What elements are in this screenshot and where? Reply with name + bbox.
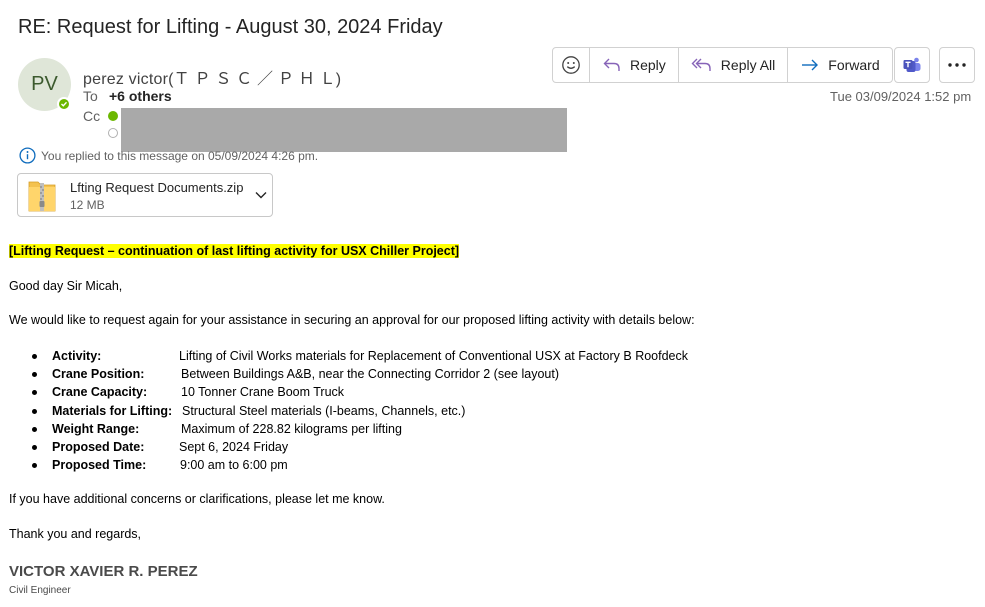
- signature-name: VICTOR XAVIER R. PEREZ: [9, 563, 198, 580]
- to-recipients[interactable]: +6 others: [109, 88, 172, 104]
- detail-label-proposed-date: Proposed Date:: [52, 440, 145, 454]
- detail-value-proposed-time: 9:00 am to 6:00 pm: [180, 458, 288, 472]
- detail-label-crane-position: Crane Position:: [52, 367, 145, 381]
- detail-value-crane-position: Between Buildings A&B, near the Connecti…: [181, 367, 559, 381]
- redacted-recipients: [121, 108, 567, 152]
- cc-presence-unknown-icon: [108, 128, 118, 138]
- body-heading: [Lifting Request – continuation of last …: [9, 244, 460, 258]
- sender-name[interactable]: perez victor(Ｔ Ｐ Ｓ Ｃ ／ Ｐ Ｈ Ｌ): [83, 65, 341, 89]
- smiley-icon: [562, 56, 580, 74]
- avatar-initials: PV: [31, 73, 58, 95]
- message-actions-toolbar: Reply Reply All Forward: [552, 47, 893, 83]
- more-icon: [948, 63, 966, 67]
- detail-value-weight-range: Maximum of 228.82 kilograms per lifting: [181, 422, 402, 436]
- react-button[interactable]: [553, 48, 590, 82]
- signature-title: Civil Engineer: [9, 585, 71, 596]
- attachment-size: 12 MB: [70, 198, 105, 212]
- forward-label: Forward: [828, 57, 880, 73]
- reply-label: Reply: [630, 57, 666, 73]
- reply-all-button[interactable]: Reply All: [679, 48, 789, 82]
- cc-label: Cc: [83, 108, 101, 124]
- forward-button[interactable]: Forward: [788, 48, 891, 82]
- reply-all-label: Reply All: [720, 57, 776, 73]
- teams-icon: [903, 57, 921, 72]
- detail-value-materials: Structural Steel materials (I-beams, Cha…: [182, 404, 466, 418]
- bullet: [32, 463, 37, 468]
- reply-all-icon: [691, 58, 711, 71]
- detail-label-materials: Materials for Lifting:: [52, 404, 173, 418]
- intro-paragraph: We would like to request again for your …: [9, 313, 695, 327]
- info-icon: [19, 147, 36, 164]
- forward-arrow-icon: [802, 59, 819, 71]
- attachment-name: Lfting Request Documents.zip: [70, 180, 244, 195]
- reply-button[interactable]: Reply: [590, 48, 679, 82]
- cc-presence-available-icon: [108, 111, 118, 121]
- replied-info-bar: You replied to this message on 05/09/202…: [19, 147, 318, 164]
- chevron-down-icon[interactable]: [255, 191, 267, 199]
- bullet: [32, 427, 37, 432]
- detail-value-crane-capacity: 10 Tonner Crane Boom Truck: [181, 385, 345, 399]
- detail-value-proposed-date: Sept 6, 2024 Friday: [179, 440, 289, 454]
- detail-label-proposed-time: Proposed Time:: [52, 458, 147, 472]
- bullet: [32, 445, 37, 450]
- thanks-line: Thank you and regards,: [9, 527, 142, 541]
- body-heading-text: [Lifting Request – continuation of last …: [9, 244, 460, 258]
- teams-button[interactable]: [894, 47, 930, 83]
- zip-folder-icon: [28, 181, 56, 212]
- detail-value-activity: Lifting of Civil Works materials for Rep…: [179, 349, 689, 363]
- bullet: [32, 354, 37, 359]
- replied-notice: You replied to this message on 05/09/202…: [41, 148, 319, 163]
- bullet: [32, 409, 37, 414]
- attachment-card[interactable]: Lfting Request Documents.zip 12 MB: [17, 173, 273, 217]
- greeting: Good day Sir Micah,: [9, 279, 123, 293]
- detail-label-activity: Activity:: [52, 349, 102, 363]
- bullet: [32, 372, 37, 377]
- reply-icon: [603, 58, 620, 71]
- bullet: [32, 390, 37, 395]
- more-options-button[interactable]: [939, 47, 975, 83]
- presence-available-icon: [57, 97, 71, 111]
- received-date: Tue 03/09/2024 1:52 pm: [830, 89, 972, 104]
- detail-label-weight-range: Weight Range:: [52, 422, 140, 436]
- email-subject: RE: Request for Lifting - August 30, 202…: [18, 16, 443, 38]
- to-label: To: [83, 88, 98, 104]
- detail-label-crane-capacity: Crane Capacity:: [52, 385, 148, 399]
- closing-note: If you have additional concerns or clari…: [9, 492, 385, 506]
